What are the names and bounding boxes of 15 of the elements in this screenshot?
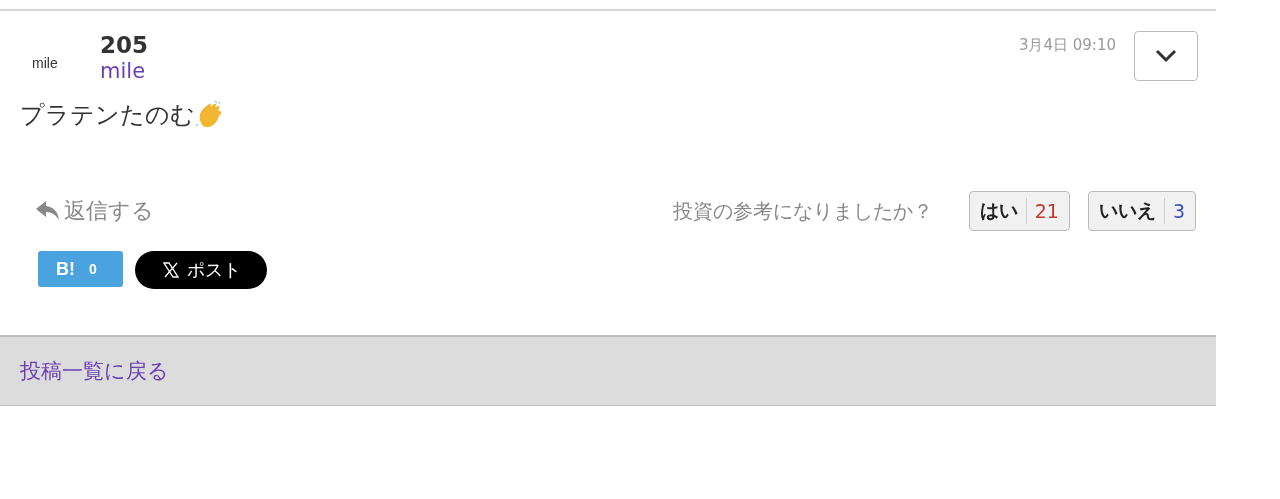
post-time: 3月4日 09:10: [1018, 36, 1116, 55]
post-message: プラテンたのむ: [20, 100, 195, 131]
menu-toggle-button[interactable]: [1134, 31, 1198, 81]
chevron-down-icon: [1155, 49, 1177, 63]
post-share-button[interactable]: ポスト: [134, 251, 267, 289]
vote-button[interactable]: いいえ 3: [1087, 191, 1196, 231]
post-number: 205: [100, 31, 149, 59]
author-name[interactable]: mile: [100, 59, 1019, 83]
feedback-question: 投資の参考になりましたか？: [672, 197, 933, 225]
x-logo-icon: [162, 262, 179, 278]
reply-link[interactable]: 返信する: [36, 196, 673, 226]
back-to-list-link[interactable]: 投稿一覧に戻る: [20, 357, 169, 385]
reply-arrow-icon: [36, 201, 60, 221]
vote-button[interactable]: はい 21: [968, 191, 1070, 231]
avatar-label: mile: [32, 55, 59, 71]
